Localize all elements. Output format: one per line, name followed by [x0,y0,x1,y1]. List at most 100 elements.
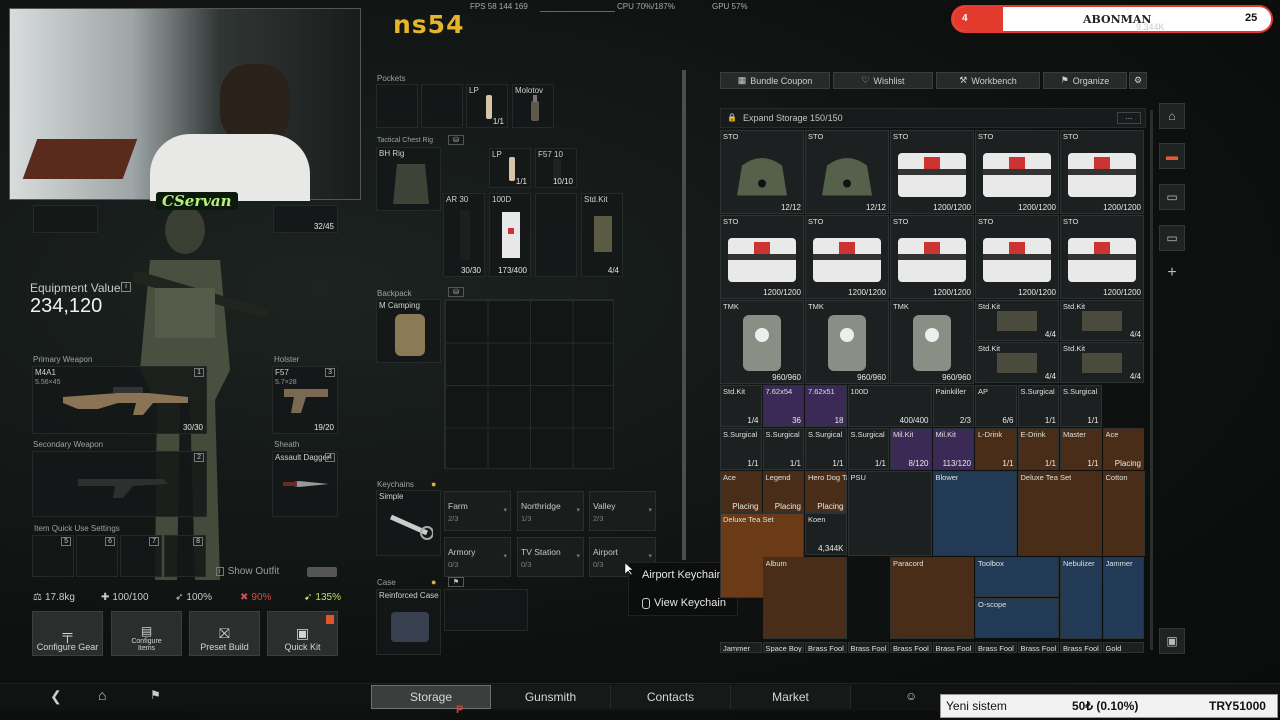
configure-items-button[interactable]: ▤ Configure Items [111,611,182,656]
crate-icon-1[interactable]: ▭ [1159,184,1185,210]
storage-item-bottom[interactable]: Space Boy [762,642,804,653]
storage-item-box[interactable]: STO 1200/1200 [890,130,974,214]
storage-item-box[interactable]: STO 1200/1200 [975,130,1059,214]
top-slot-left[interactable] [33,205,98,233]
storage-item-small[interactable]: Master 1/1 [1060,428,1102,470]
settings-button[interactable]: ⚙ [1129,72,1147,89]
more-button[interactable]: ... [1117,112,1141,124]
rig-stdkit[interactable]: Std.Kit 4/4 [581,193,623,277]
key-slot[interactable]: Armory 0/3 ▾ [444,537,511,577]
storage-item-bottom[interactable]: Brass Fool [1060,642,1102,653]
show-outfit-toggle[interactable]: i Show Outfit [216,566,338,577]
storage-item-bag[interactable]: STO 12/12 [805,130,889,214]
storage-item-box[interactable]: STO 1200/1200 [1060,215,1144,299]
tab-workbench[interactable]: ⚒ Workbench [936,72,1040,89]
holster-slot[interactable]: F57 5.7×28 3 19/20 [272,366,338,434]
rig-ar30[interactable]: AR 30 30/30 [443,193,485,277]
storage-item-small[interactable]: Ace Placing [1102,428,1144,470]
configure-gear-button[interactable]: ╤ Configure Gear [32,611,103,656]
key-slot[interactable]: Farm 2/3 ▾ [444,491,511,531]
storage-item-small[interactable]: S.Surgical 1/1 [1060,385,1102,427]
storage-item-small[interactable]: Mil.Kit 8/120 [890,428,932,470]
storage-item-koen[interactable]: Koen 4,344K [805,513,847,555]
tab-organize[interactable]: ⚑ Organize [1043,72,1127,89]
home-storage-icon[interactable]: ⌂ [1159,103,1185,129]
friends-icon[interactable]: ☺ [905,689,917,703]
view-keychain-item[interactable]: View Keychain [642,597,726,609]
secondary-weapon-slot[interactable]: 2 [32,451,207,517]
quick-slot[interactable]: 6 [76,535,118,577]
storage-item-bottom[interactable]: Brass Fool [975,642,1017,653]
storage-item-oscope[interactable]: O-scope [975,598,1059,638]
storage-item-small[interactable]: AP 6/6 [975,385,1017,427]
storage-footer-icon[interactable]: ▣ [1159,628,1185,654]
storage-item-jammer[interactable]: Jammer [1102,557,1144,639]
storage-item-med[interactable]: TMK 960/960 [720,300,804,384]
storage-item-box[interactable]: STO 1200/1200 [890,215,974,299]
storage-item-bottom[interactable]: Brass Fool [932,642,974,653]
rig-f57-mag[interactable]: F57 10 10/10 [535,148,577,188]
storage-item-box[interactable]: STO 1200/1200 [1060,130,1144,214]
backpack-slot[interactable]: M Camping [376,299,441,363]
storage-item-small[interactable]: Std.Kit 1/4 [720,385,762,427]
flag-icon[interactable]: ⚑ [150,688,161,702]
storage-item-small[interactable]: S.Surgical 1/1 [720,428,762,470]
primary-weapon-slot[interactable]: M4A1 5.56×45 1 30/30 [32,366,207,434]
storage-item-bottom[interactable]: Brass Fool [847,642,889,653]
storage-item-misc[interactable]: Cotton [1102,471,1145,556]
nav-contacts[interactable]: Contacts [611,685,731,709]
pocket-lp[interactable]: LP 1/1 [466,84,508,128]
storage-item-misc[interactable]: Ace Placing [720,471,762,513]
key-slot[interactable]: Valley 2/3 ▾ [589,491,656,531]
storage-item-misc[interactable]: Legend Placing [762,471,804,513]
quick-slot[interactable]: 8 [164,535,206,577]
storage-item-bottom[interactable]: Brass Fool [805,642,847,653]
chest-rig-slot[interactable]: BH Rig [376,147,441,211]
storage-item-med[interactable]: TMK 960/960 [890,300,974,384]
key-slot[interactable]: TV Station 0/3 ▾ [517,537,584,577]
storage-item-med[interactable]: TMK 960/960 [805,300,889,384]
pocket-molotov[interactable]: Molotov [512,84,554,128]
case-grid[interactable] [444,589,528,631]
storage-item-bag[interactable]: STO 12/12 [720,130,804,214]
storage-item-box[interactable]: STO 1200/1200 [975,215,1059,299]
storage-scrollbar[interactable] [1150,110,1153,650]
storage-item-small[interactable]: 7.62x54 36 [762,385,804,427]
tab-wishlist[interactable]: ♡ Wishlist [833,72,933,89]
storage-item-stdkit[interactable]: Std.Kit 4/4 [975,300,1059,341]
preset-build-button[interactable]: ⛝ Preset Build [189,611,260,656]
storage-item-small[interactable]: E-Drink 1/1 [1017,428,1059,470]
airport-keychain-item[interactable]: Airport Keychain [642,569,723,581]
rig-lp[interactable]: LP 1/1 [489,148,531,188]
case-slot[interactable]: Reinforced Case [376,589,441,655]
storage-item-box[interactable]: STO 1200/1200 [720,215,804,299]
storage-item-small[interactable]: S.Surgical 1/1 [805,428,847,470]
backpack-grid[interactable] [444,299,614,469]
storage-item-bottom[interactable]: Gold [1102,642,1144,653]
storage-item-stdkit[interactable]: Std.Kit 4/4 [1060,300,1144,341]
storage-item-small[interactable]: 100D 400/400 [847,385,932,427]
top-slot-right[interactable]: 32/45 [273,205,338,233]
storage-item-small[interactable]: Painkiller 2/3 [932,385,974,427]
nav-market[interactable]: Market [731,685,851,709]
quick-slot[interactable]: 5 [32,535,74,577]
storage-item-stdkit[interactable]: Std.Kit 4/4 [1060,342,1144,383]
red-crate-icon[interactable]: ▬ [1159,143,1185,169]
back-arrow-icon[interactable]: ❮ [50,688,62,705]
rig-empty[interactable] [535,193,577,277]
nav-gunsmith[interactable]: Gunsmith [491,685,611,709]
storage-item-misc[interactable]: Blower [932,471,1017,556]
pocket-slot-1[interactable] [376,84,418,128]
home-icon[interactable]: ⌂ [98,687,106,703]
storage-item-bottom[interactable]: Brass Fool [890,642,932,653]
storage-item-album[interactable]: Album [762,557,847,639]
storage-item-small[interactable]: S.Surgical 1/1 [847,428,889,470]
storage-item-stdkit[interactable]: Std.Kit 4/4 [975,342,1059,383]
storage-item-misc[interactable]: Deluxe Tea Set [1017,471,1102,556]
quick-slot[interactable]: 7 [120,535,162,577]
storage-item-bottom[interactable]: Jammer [720,642,762,653]
tab-bundle-coupon[interactable]: ▦ Bundle Coupon [720,72,830,89]
add-storage-icon[interactable]: + [1159,260,1185,286]
crate-icon-2[interactable]: ▭ [1159,225,1185,251]
backpack-lock-icon[interactable]: ⛁ [448,287,464,297]
